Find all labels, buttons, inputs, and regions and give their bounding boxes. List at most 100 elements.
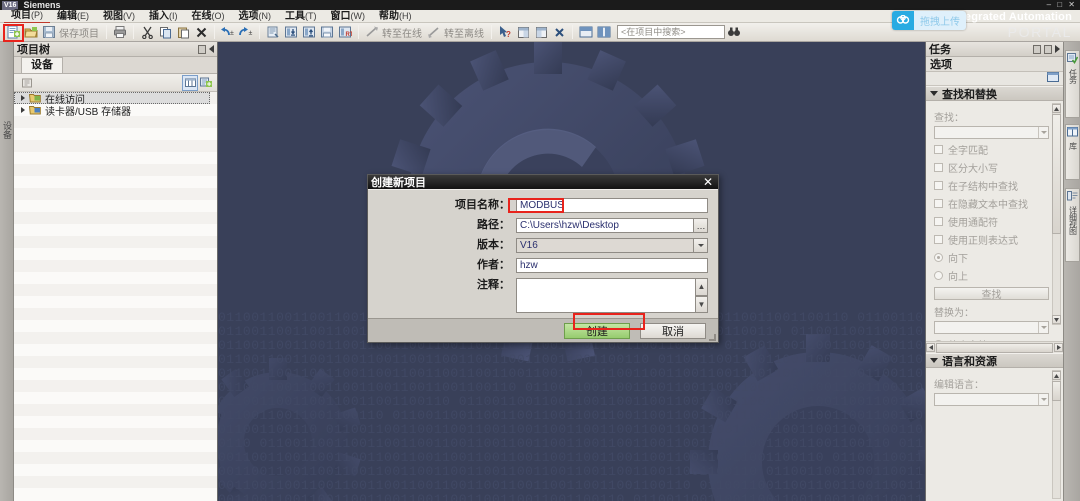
- tree-item-card-reader[interactable]: 读卡器/USB 存储器: [14, 104, 217, 118]
- vertical-tab-tasks[interactable]: 任务: [1065, 50, 1080, 118]
- start-simulation-icon[interactable]: RT: [337, 24, 353, 40]
- checkbox-box[interactable]: [934, 199, 943, 208]
- expand-right-icon[interactable]: [1055, 45, 1060, 53]
- scroll-up-arrow[interactable]: ▲: [695, 278, 708, 296]
- project-name-input[interactable]: MODBUS: [516, 198, 708, 213]
- menu-item-view[interactable]: 视图(V): [96, 10, 142, 23]
- checkbox-box[interactable]: [934, 217, 943, 226]
- find-input[interactable]: [934, 126, 1049, 139]
- collapse-left-icon[interactable]: [209, 45, 214, 53]
- chevron-down-icon[interactable]: [930, 358, 938, 363]
- scroll-down-arrow[interactable]: ▼: [695, 295, 708, 313]
- find-section-hscrollbar[interactable]: [926, 341, 1063, 353]
- replace-input[interactable]: [934, 321, 1049, 334]
- radio-button[interactable]: [934, 253, 943, 262]
- columns-icon[interactable]: [182, 74, 198, 91]
- radio-direction-up[interactable]: 向上: [934, 268, 1049, 283]
- menu-item-tools[interactable]: 工具(T): [278, 10, 324, 23]
- undo-icon[interactable]: ±: [220, 24, 236, 40]
- help-pointer-icon[interactable]: ?: [497, 24, 513, 40]
- checkbox-find-hidden-text[interactable]: 在隐藏文本中查找: [934, 196, 1049, 211]
- checkbox-match-case[interactable]: 区分大小写: [934, 160, 1049, 175]
- menu-item-options[interactable]: 选项(N): [232, 10, 279, 23]
- paste-icon[interactable]: [175, 24, 191, 40]
- float-window-icon[interactable]: [1033, 44, 1041, 54]
- expand-arrow-icon[interactable]: [21, 95, 25, 101]
- scrollbar-thumb[interactable]: [1052, 114, 1061, 234]
- upload-from-device-icon[interactable]: [301, 24, 317, 40]
- close-view-icon[interactable]: [551, 24, 567, 40]
- go-online-icon[interactable]: [364, 24, 380, 40]
- backup-icon[interactable]: [319, 24, 335, 40]
- binoculars-icon[interactable]: [726, 24, 742, 40]
- find-section-scrollbar[interactable]: [1052, 103, 1061, 325]
- close-icon[interactable]: ✕: [701, 176, 715, 188]
- scrollbar-thumb[interactable]: [1052, 381, 1061, 401]
- radio-button[interactable]: [934, 340, 943, 341]
- chevron-down-icon[interactable]: [1038, 322, 1048, 333]
- menu-item-online[interactable]: 在线(O): [185, 10, 232, 23]
- menu-item-insert[interactable]: 插入(I): [142, 10, 185, 23]
- vertical-tab-details-view[interactable]: 详细视图: [1065, 188, 1080, 262]
- scroll-up-arrow[interactable]: [1052, 371, 1061, 380]
- checkbox-use-wildcards[interactable]: 使用通配符: [934, 214, 1049, 229]
- compile-icon[interactable]: [265, 24, 281, 40]
- delete-icon[interactable]: [193, 24, 209, 40]
- checkbox-use-regex[interactable]: 使用正则表达式: [934, 232, 1049, 247]
- print-icon[interactable]: [112, 24, 128, 40]
- scroll-right-arrow[interactable]: [1054, 343, 1063, 352]
- chevron-down-icon[interactable]: [1038, 394, 1048, 405]
- radio-scope-whole-document[interactable]: 整个文档: [934, 337, 1049, 341]
- comment-scrollbar[interactable]: ▲ ▼: [695, 278, 708, 313]
- pin-icon[interactable]: [1044, 44, 1052, 54]
- expand-arrow-icon[interactable]: [21, 107, 25, 113]
- section-language-resources[interactable]: 语言和资源: [926, 353, 1063, 368]
- checkbox-box[interactable]: [934, 163, 943, 172]
- vertical-tab-libraries[interactable]: 库: [1065, 124, 1080, 180]
- section-find-replace[interactable]: 查找和替换: [926, 86, 1063, 101]
- vertical-tab-devices[interactable]: 设备: [0, 117, 14, 143]
- checkbox-box[interactable]: [934, 145, 943, 154]
- checkbox-box[interactable]: [934, 235, 943, 244]
- comment-textarea[interactable]: [516, 278, 696, 313]
- checkbox-box[interactable]: [934, 181, 943, 190]
- find-button[interactable]: 查找: [934, 287, 1049, 301]
- hscrollbar-thumb[interactable]: [936, 342, 1053, 353]
- edit-language-dropdown[interactable]: [934, 393, 1049, 406]
- layout-vertical-icon[interactable]: [596, 24, 612, 40]
- checkbox-find-substructure[interactable]: 在子结构中查找: [934, 178, 1049, 193]
- author-input[interactable]: hzw: [516, 258, 708, 273]
- menu-item-project[interactable]: 项目(P): [4, 9, 50, 23]
- chevron-down-icon[interactable]: [1038, 127, 1048, 138]
- language-section-scrollbar[interactable]: [1052, 370, 1061, 499]
- scroll-up-arrow[interactable]: [1052, 104, 1061, 113]
- download-to-device-icon[interactable]: [283, 24, 299, 40]
- radio-button[interactable]: [934, 271, 943, 280]
- search-input[interactable]: <在项目中搜索>: [617, 25, 725, 39]
- menu-item-window[interactable]: 窗口(W): [324, 10, 373, 23]
- add-object-icon[interactable]: [199, 76, 213, 90]
- chevron-down-icon[interactable]: [693, 238, 708, 253]
- open-project-icon[interactable]: [23, 24, 39, 40]
- window-toggle-icon[interactable]: [1047, 72, 1059, 85]
- scroll-left-arrow[interactable]: [926, 343, 935, 352]
- tab-devices[interactable]: 设备: [21, 57, 63, 73]
- scroll-down-arrow[interactable]: [1052, 315, 1061, 324]
- copy-icon[interactable]: [157, 24, 173, 40]
- layout-horizontal-icon[interactable]: [578, 24, 594, 40]
- cut-icon[interactable]: [139, 24, 155, 40]
- split-vertical-icon[interactable]: [533, 24, 549, 40]
- menu-item-edit[interactable]: 编辑(E): [50, 10, 96, 23]
- resize-grip[interactable]: [709, 334, 716, 341]
- cancel-button[interactable]: 取消: [640, 322, 706, 339]
- tree-refresh-icon[interactable]: [20, 76, 34, 90]
- pin-icon[interactable]: [198, 44, 206, 54]
- menu-item-help[interactable]: 帮助(H): [372, 10, 419, 23]
- ellipsis-icon[interactable]: …: [693, 218, 708, 233]
- split-horizontal-icon[interactable]: [515, 24, 531, 40]
- save-icon[interactable]: [41, 24, 57, 40]
- chevron-down-icon[interactable]: [930, 91, 938, 96]
- redo-icon[interactable]: ±: [238, 24, 254, 40]
- path-input[interactable]: C:\Users\hzw\Desktop: [516, 218, 694, 233]
- checkbox-whole-word[interactable]: 全字匹配: [934, 142, 1049, 157]
